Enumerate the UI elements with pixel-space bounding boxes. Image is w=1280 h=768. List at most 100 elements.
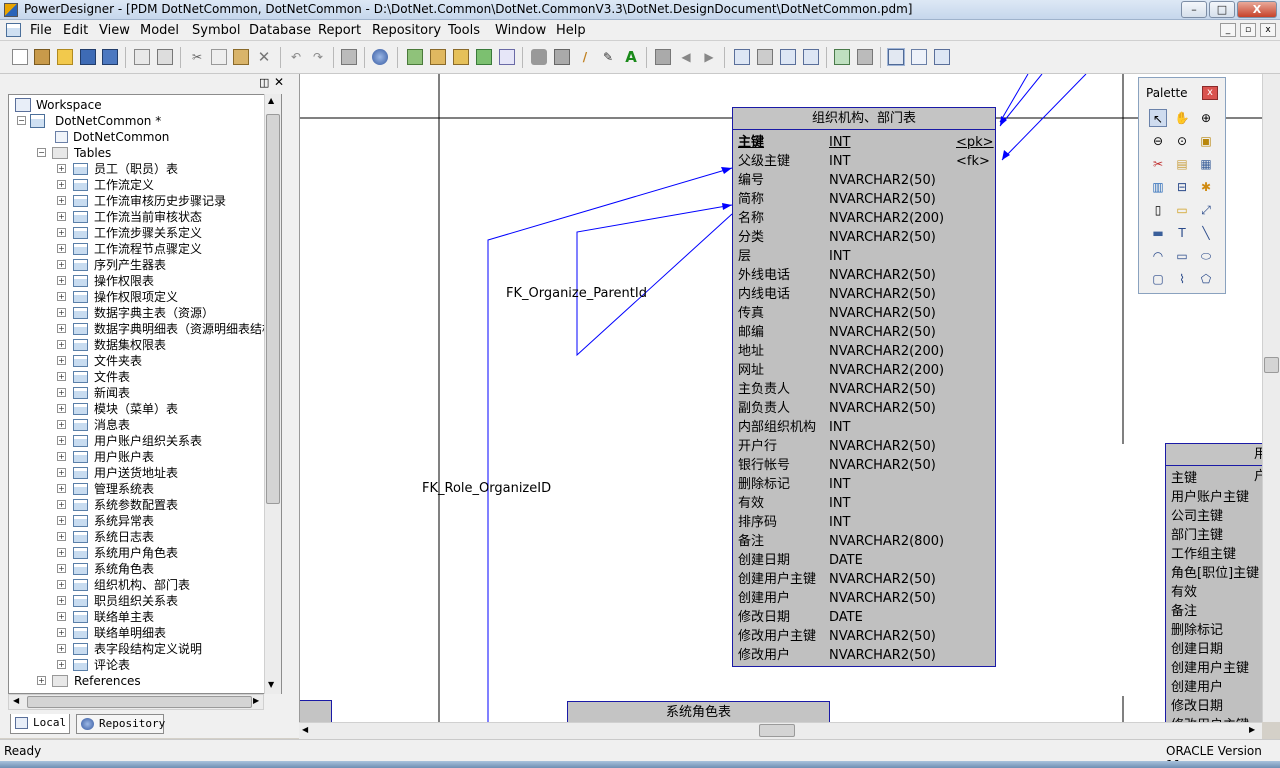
scroll-thumb[interactable] <box>1264 357 1279 373</box>
expand-toggle[interactable]: + <box>57 356 66 365</box>
mdi-close-button[interactable]: x <box>1260 23 1276 37</box>
diagram-horizontal-scrollbar[interactable]: ◀ ▶ <box>299 722 1262 739</box>
maximize-button[interactable]: □ <box>1209 1 1235 18</box>
expand-toggle[interactable]: + <box>57 260 66 269</box>
package-tool-icon[interactable]: ▤ <box>1173 155 1191 173</box>
delete-icon[interactable]: ✕ <box>256 49 272 65</box>
check-icon[interactable] <box>499 49 515 65</box>
zoom-in-tool-icon[interactable]: ⊕ <box>1197 109 1215 127</box>
file-tool-icon[interactable]: ▯ <box>1149 201 1167 219</box>
expand-toggle[interactable]: + <box>57 292 66 301</box>
app-icon[interactable] <box>4 3 18 17</box>
expand-toggle[interactable]: + <box>57 244 66 253</box>
expand-toggle[interactable]: + <box>57 196 66 205</box>
menu-help[interactable]: Help <box>556 23 586 38</box>
text-tool-icon[interactable]: T <box>1173 224 1191 242</box>
package-icon[interactable] <box>430 49 446 65</box>
scroll-left-arrow[interactable]: ◀ <box>13 696 19 705</box>
model-tree[interactable]: Workspace − DotNetCommon * DotNetCommon … <box>8 94 282 694</box>
expand-toggle[interactable]: + <box>57 468 66 477</box>
tab-repository[interactable]: Repository <box>76 714 165 734</box>
collapse-toggle[interactable]: − <box>17 116 26 125</box>
expand-toggle[interactable]: + <box>57 564 66 573</box>
fill-icon[interactable] <box>554 49 570 65</box>
browser-close-button[interactable]: ✕ <box>274 75 284 89</box>
view-tool-icon[interactable]: ▥ <box>1149 178 1167 196</box>
expand-toggle[interactable]: + <box>57 516 66 525</box>
menu-file[interactable]: File <box>30 23 52 38</box>
procedure-tool-icon[interactable]: ✱ <box>1197 178 1215 196</box>
expand-toggle[interactable]: + <box>57 500 66 509</box>
repository-icon[interactable] <box>372 49 388 65</box>
polygon-tool-icon[interactable]: ⬠ <box>1197 270 1215 288</box>
tree-horizontal-scrollbar[interactable]: ◀ ▶ <box>8 694 264 710</box>
bring-front-icon[interactable] <box>655 49 671 65</box>
scroll-thumb[interactable] <box>759 724 795 737</box>
back-arrow-icon[interactable]: ◀ <box>678 49 694 65</box>
menu-tools[interactable]: Tools <box>448 23 480 38</box>
minimize-button[interactable]: – <box>1181 1 1207 18</box>
tree-vertical-scrollbar[interactable]: ▲ ▼ <box>264 94 281 694</box>
menu-model[interactable]: Model <box>140 23 179 38</box>
ellipse-tool-icon[interactable]: ⬭ <box>1197 247 1215 265</box>
properties-tool-icon[interactable]: ▣ <box>1197 132 1215 150</box>
align-left-icon[interactable] <box>734 49 750 65</box>
line-tool-icon[interactable]: ╲ <box>1197 224 1215 242</box>
forward-arrow-icon[interactable]: ▶ <box>701 49 717 65</box>
align-right-icon[interactable] <box>780 49 796 65</box>
entity-partial-left[interactable] <box>300 700 332 722</box>
arc-tool-icon[interactable]: ◠ <box>1149 247 1167 265</box>
undo-icon[interactable]: ↶ <box>288 49 304 65</box>
align-center-icon[interactable] <box>757 49 773 65</box>
menu-report[interactable]: Report <box>318 23 361 38</box>
image-icon[interactable] <box>857 49 873 65</box>
pointer-tool-icon[interactable]: ↖ <box>1149 109 1167 127</box>
mdi-restore-button[interactable]: ▫ <box>1240 23 1256 37</box>
menu-symbol[interactable]: Symbol <box>192 23 240 38</box>
paste-icon[interactable] <box>233 49 249 65</box>
print-icon[interactable] <box>157 49 173 65</box>
rounded-rect-tool-icon[interactable]: ▢ <box>1149 270 1167 288</box>
line-color-icon[interactable]: / <box>577 49 593 65</box>
menu-window[interactable]: Window <box>495 23 546 38</box>
expand-toggle[interactable]: + <box>57 612 66 621</box>
zoom-fit-icon[interactable] <box>887 48 905 66</box>
expand-toggle[interactable]: + <box>57 548 66 557</box>
list-icon[interactable] <box>934 49 950 65</box>
expand-toggle[interactable]: + <box>57 308 66 317</box>
comment-icon[interactable] <box>911 49 927 65</box>
entity-user-account-organize[interactable]: 用户 主键用户账户主键公司主键部门主键工作组主键角色[职位]主键有效备注删除标记… <box>1165 443 1262 722</box>
scroll-up-arrow[interactable]: ▲ <box>268 96 274 105</box>
expand-toggle[interactable]: + <box>57 436 66 445</box>
scroll-right-arrow[interactable]: ▶ <box>1249 725 1255 734</box>
expand-toggle[interactable]: + <box>57 596 66 605</box>
distribute-icon[interactable] <box>803 49 819 65</box>
refresh-icon[interactable] <box>476 49 492 65</box>
expand-toggle[interactable]: + <box>57 532 66 541</box>
mdi-minimize-button[interactable]: _ <box>1220 23 1236 37</box>
open-icon[interactable] <box>57 49 73 65</box>
expand-toggle[interactable]: + <box>57 212 66 221</box>
text-color-icon[interactable]: A <box>623 49 639 65</box>
reference-label-parent[interactable]: FK_Organize_ParentId <box>506 286 647 301</box>
expand-toggle[interactable]: + <box>57 452 66 461</box>
graph-icon[interactable] <box>834 49 850 65</box>
scroll-thumb[interactable] <box>266 114 280 504</box>
expand-toggle[interactable]: + <box>57 164 66 173</box>
redo-icon[interactable]: ↷ <box>310 49 326 65</box>
tab-local[interactable]: Local <box>10 714 70 734</box>
copy-icon[interactable] <box>211 49 227 65</box>
expand-toggle[interactable]: + <box>57 420 66 429</box>
collapse-toggle[interactable]: − <box>37 148 46 157</box>
diagram-canvas[interactable]: FK_Organize_ParentId FK_Role_OrganizeID … <box>299 74 1262 722</box>
print-preview-icon[interactable] <box>134 49 150 65</box>
scroll-left-arrow[interactable]: ◀ <box>302 725 308 734</box>
entity-role[interactable]: 系统角色表 <box>567 701 830 722</box>
cut-icon[interactable]: ✂ <box>189 49 205 65</box>
scroll-right-arrow[interactable]: ▶ <box>253 696 259 705</box>
model-check-icon[interactable] <box>453 49 469 65</box>
expand-toggle[interactable]: + <box>37 676 46 685</box>
link-tool-icon[interactable]: ⤢ <box>1197 201 1215 219</box>
browser-pin-button[interactable]: ◫ <box>259 76 269 89</box>
menu-view[interactable]: View <box>99 23 130 38</box>
